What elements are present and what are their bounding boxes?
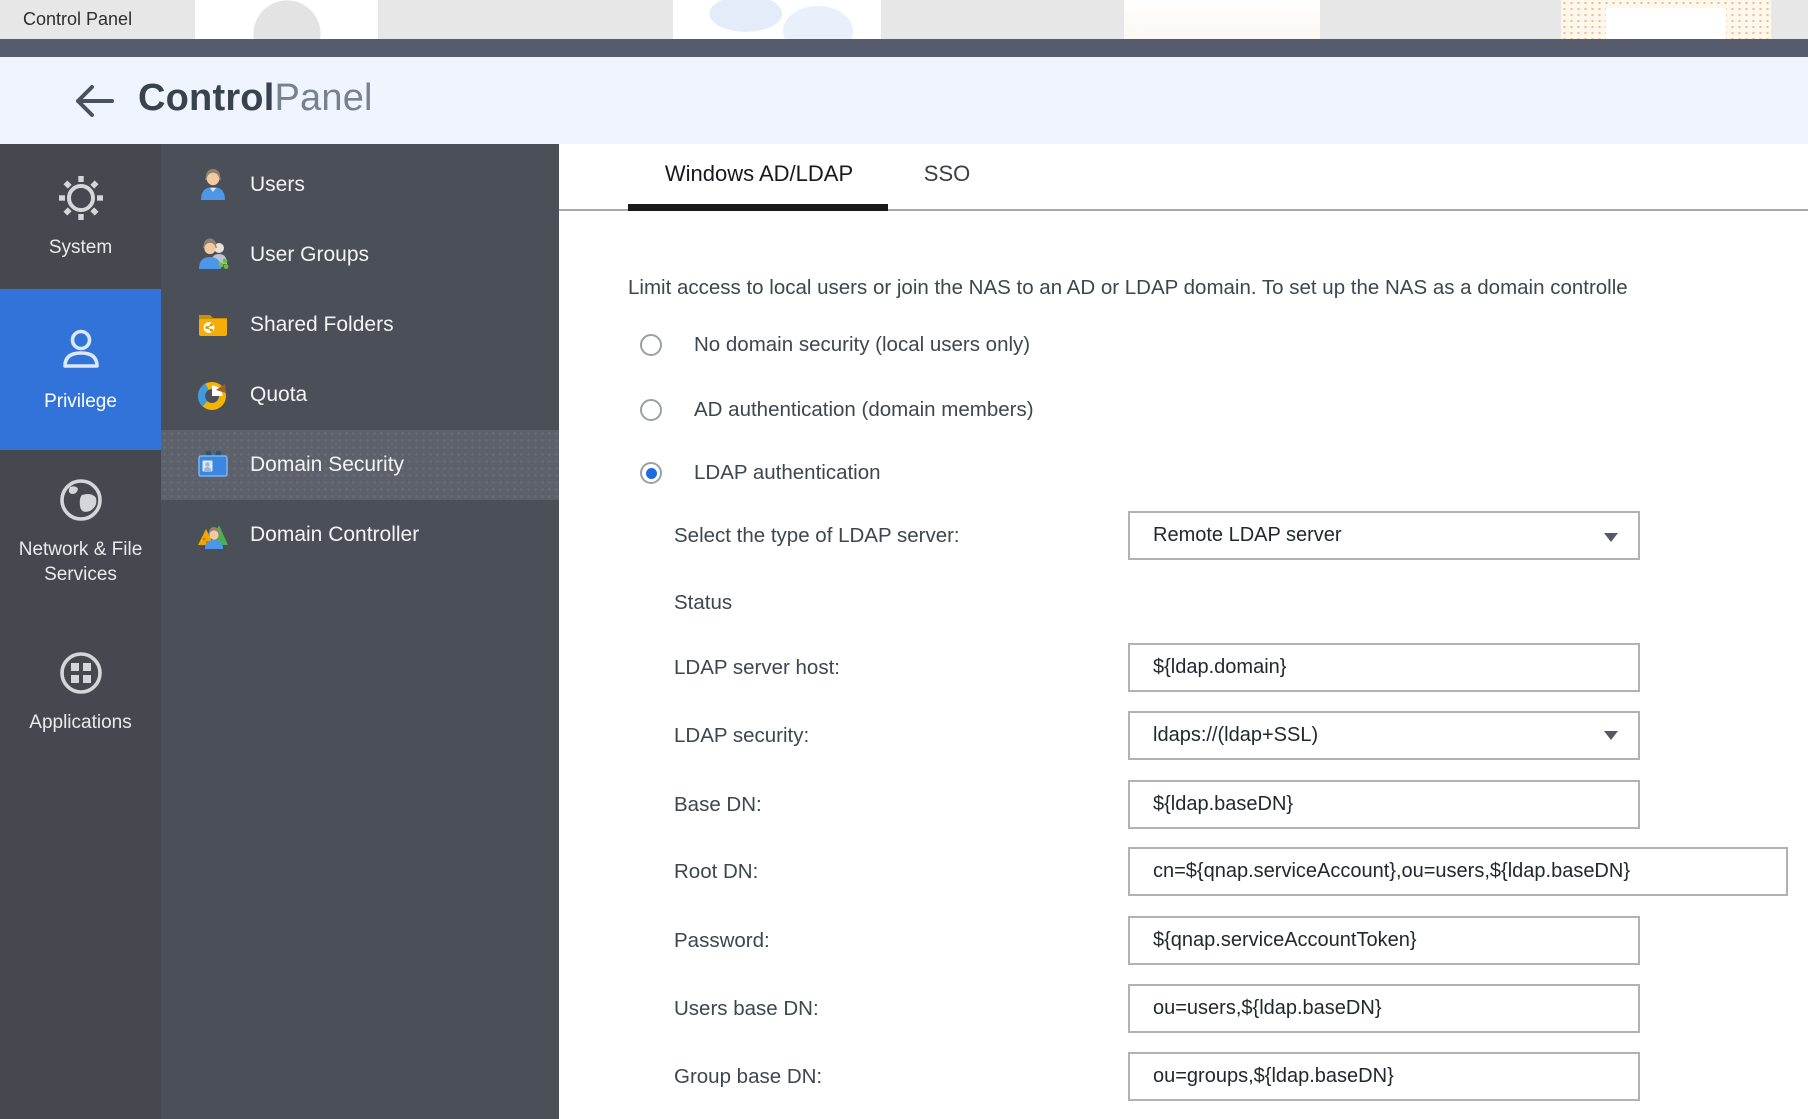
ldap-type-dropdown[interactable]: Remote LDAP server xyxy=(1128,511,1640,560)
rail-item-label: Applications xyxy=(6,711,156,736)
group-base-dn-label: Group base DN: xyxy=(674,1052,822,1101)
rail-item-label: System xyxy=(6,236,156,261)
taskbar: Control Panel xyxy=(0,0,1808,39)
window-top-bar xyxy=(0,39,1808,57)
taskbar-app-title: Control Panel xyxy=(23,0,132,39)
chevron-down-icon xyxy=(1604,731,1618,740)
ldap-security-label: LDAP security: xyxy=(674,711,809,760)
root-dn-input[interactable] xyxy=(1128,847,1788,896)
users-base-dn-label: Users base DN: xyxy=(674,984,819,1033)
window-thumbnail[interactable] xyxy=(195,0,378,39)
password-input[interactable] xyxy=(1128,916,1640,965)
tab-sso[interactable]: SSO xyxy=(919,144,975,209)
radio-no-domain-security[interactable]: No domain security (local users only) xyxy=(640,330,1030,360)
control-panel-window: Control Panel ControlPanel xyxy=(0,0,1808,1119)
gear-icon xyxy=(56,173,106,223)
ldap-security-dropdown[interactable]: ldaps://(ldap+SSL) xyxy=(1128,711,1640,760)
rail-item-applications[interactable]: Applications xyxy=(0,613,161,770)
ldap-server-host-input[interactable] xyxy=(1128,643,1640,692)
chevron-down-icon xyxy=(1604,533,1618,542)
window-header: ControlPanel xyxy=(0,57,1808,144)
rail-item-privilege[interactable]: Privilege xyxy=(0,289,161,450)
ldap-security-value: ldaps://(ldap+SSL) xyxy=(1153,724,1318,747)
ldap-type-value: Remote LDAP server xyxy=(1153,524,1342,547)
radio-label: No domain security (local users only) xyxy=(694,333,1030,357)
panel-description: Limit access to local users or join the … xyxy=(628,276,1808,304)
window-thumbnail[interactable] xyxy=(1561,0,1771,39)
radio-label: AD authentication (domain members) xyxy=(694,398,1034,422)
group-base-dn-input[interactable] xyxy=(1128,1052,1640,1101)
menu-item-label: User Groups xyxy=(250,243,369,267)
domain-controller-icon xyxy=(195,517,231,553)
menu-item-label: Quota xyxy=(250,383,307,407)
back-button[interactable] xyxy=(72,81,116,121)
menu-item-user-groups[interactable]: User Groups xyxy=(161,220,559,290)
menu-item-quota[interactable]: Quota xyxy=(161,360,559,430)
menu-item-label: Domain Controller xyxy=(250,523,419,547)
tab-windows-ad-ldap[interactable]: Windows AD/LDAP xyxy=(663,144,855,209)
rail-item-label: Privilege xyxy=(6,390,156,415)
rail-item-network-file-services[interactable]: Network & File Services xyxy=(0,450,161,613)
menu-item-users[interactable]: Users xyxy=(161,150,559,220)
arrow-left-icon xyxy=(72,81,116,121)
ldap-type-label: Select the type of LDAP server: xyxy=(674,511,960,560)
page-title-bold: Control xyxy=(138,77,274,119)
menu-item-shared-folders[interactable]: Shared Folders xyxy=(161,290,559,360)
window-thumbnail[interactable] xyxy=(1124,0,1320,39)
radio-label: LDAP authentication xyxy=(694,461,881,485)
user-groups-icon xyxy=(195,237,231,273)
base-dn-input[interactable] xyxy=(1128,780,1640,829)
users-base-dn-input[interactable] xyxy=(1128,984,1640,1033)
status-label: Status xyxy=(674,578,732,627)
globe-icon xyxy=(56,475,106,525)
menu-item-domain-security[interactable]: Domain Security xyxy=(161,430,559,500)
menu-item-label: Domain Security xyxy=(250,453,404,477)
radio-ldap-authentication[interactable]: LDAP authentication xyxy=(640,458,881,488)
privilege-menu: Users User Groups xyxy=(161,144,559,1119)
shared-folder-icon xyxy=(195,307,231,343)
menu-item-label: Shared Folders xyxy=(250,313,394,337)
quota-donut-icon xyxy=(195,377,231,413)
window-thumbnail[interactable] xyxy=(673,0,881,39)
password-label: Password: xyxy=(674,916,770,965)
ldap-server-host-label: LDAP server host: xyxy=(674,643,840,692)
active-tab-underline xyxy=(628,204,888,211)
apps-grid-icon xyxy=(56,648,106,698)
rail-item-label: Network & File Services xyxy=(6,538,156,587)
root-dn-label: Root DN: xyxy=(674,847,758,896)
user-icon xyxy=(195,167,231,203)
radio-selected-icon[interactable] xyxy=(640,462,662,484)
radio-ad-authentication[interactable]: AD authentication (domain members) xyxy=(640,395,1034,425)
radio-icon[interactable] xyxy=(640,334,662,356)
radio-icon[interactable] xyxy=(640,399,662,421)
page-title: ControlPanel xyxy=(138,77,373,120)
person-icon xyxy=(55,325,107,377)
rail-item-system[interactable]: System xyxy=(0,144,161,289)
menu-item-label: Users xyxy=(250,173,305,197)
domain-security-badge-icon xyxy=(195,447,231,483)
category-rail: System Privilege Network & File Services xyxy=(0,144,161,1119)
page-title-light: Panel xyxy=(274,77,372,119)
base-dn-label: Base DN: xyxy=(674,780,762,829)
domain-security-panel: Windows AD/LDAP SSO Limit access to loca… xyxy=(559,144,1808,1119)
menu-item-domain-controller[interactable]: Domain Controller xyxy=(161,500,559,570)
